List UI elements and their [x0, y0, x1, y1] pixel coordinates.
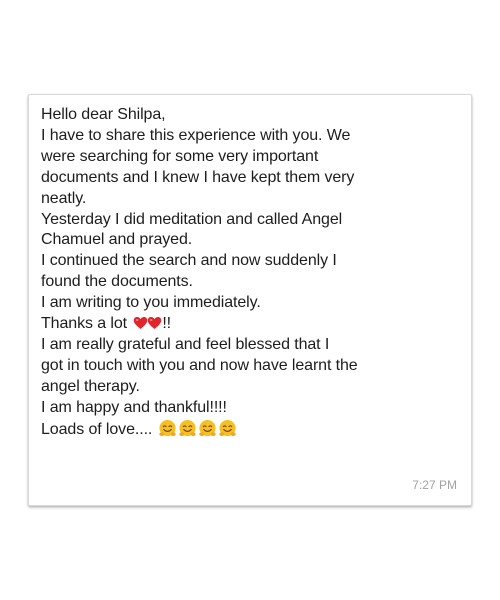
- message-line: Hello dear Shilpa,: [41, 106, 166, 123]
- message-line: Yesterday I did meditation and called An…: [41, 210, 343, 228]
- message-line: Thanks a lot: [41, 315, 127, 333]
- red-heart-icon: [148, 317, 162, 330]
- message-line: Loads of love....: [41, 420, 153, 438]
- message-line: documents and I knew I have kept them ve…: [41, 168, 355, 186]
- thanks-line: Thanks a lot !!: [41, 314, 465, 335]
- message-line: found the documents.: [41, 273, 193, 291]
- hugging-face-icon: [198, 419, 216, 436]
- hugging-face-icon: [178, 419, 196, 436]
- message-line: I have to share this experience with you…: [41, 126, 351, 144]
- message-line: I continued the search and now suddenly …: [41, 252, 337, 270]
- message-line: angel therapy.: [41, 377, 140, 395]
- message-line: got in touch with you and now have learn…: [41, 356, 358, 374]
- message-timestamp: 7:27 PM: [412, 478, 457, 492]
- message-line: were searching for some very important: [41, 147, 319, 165]
- message-line: I am really grateful and feel blessed th…: [41, 335, 330, 353]
- chat-message-bubble[interactable]: Hello dear Shilpa, I have to share this …: [28, 94, 472, 506]
- message-line: I am writing to you immediately.: [41, 294, 261, 312]
- thanks-suffix: !!: [162, 315, 172, 333]
- message-text: Hello dear Shilpa, I have to share this …: [41, 105, 465, 441]
- hugging-face-icon: [218, 419, 236, 436]
- hugging-face-icon: [158, 419, 176, 436]
- message-line: Chamuel and prayed.: [41, 231, 193, 249]
- message-line: I am happy and thankful!!!!: [41, 398, 227, 416]
- love-line: Loads of love....: [41, 419, 465, 441]
- red-heart-icon: [134, 317, 148, 330]
- message-line: neatly.: [41, 189, 87, 207]
